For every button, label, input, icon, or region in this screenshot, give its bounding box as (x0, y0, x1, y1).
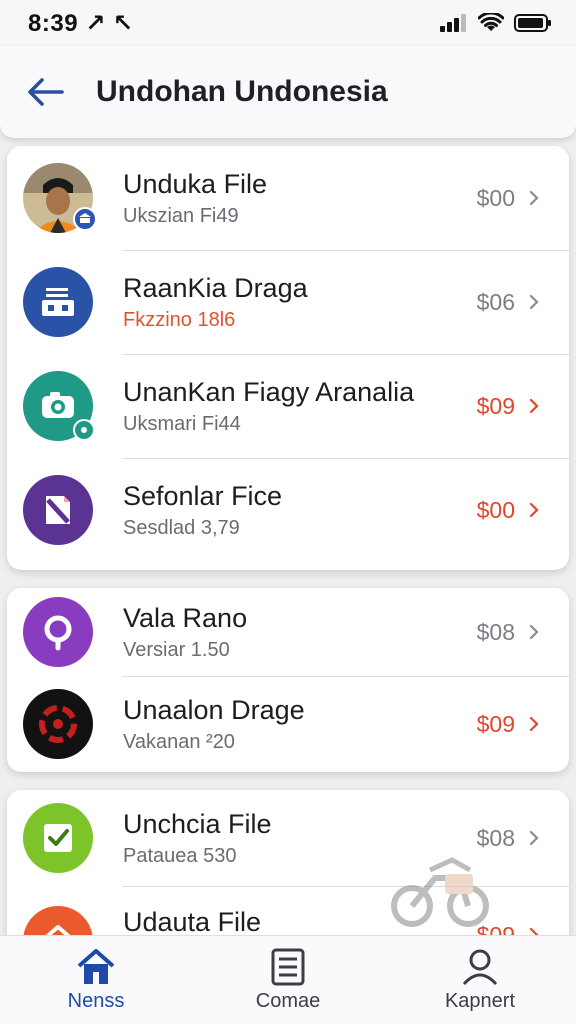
check-icon (23, 803, 93, 873)
arrow-left-icon (28, 78, 64, 106)
item-price: $06 (476, 288, 515, 315)
record-icon (23, 689, 93, 759)
nav-label: Nenss (67, 989, 125, 1012)
nav-item-account[interactable]: Kapnert (405, 948, 555, 1013)
item-price: $08 (476, 618, 515, 645)
list-item[interactable]: Unduka File Ukszian Fi49 $00 (7, 146, 569, 250)
status-time: 8:39 ↗ ↖ (28, 9, 134, 37)
item-subtitle: Vakanan ²20 (123, 730, 235, 753)
chevron-right-icon (529, 294, 539, 310)
chevron-right-icon (529, 624, 539, 640)
item-price: $09 (476, 392, 515, 419)
list-card-1: Unduka File Ukszian Fi49 $00 RaanKia Dra… (7, 146, 569, 570)
item-title: Vala Rano (123, 603, 248, 634)
battery-icon (514, 14, 551, 32)
list-icon (271, 948, 305, 985)
item-price: $08 (476, 824, 515, 851)
status-bar: 8:39 ↗ ↖ (0, 0, 576, 46)
bank-badge-icon (73, 207, 97, 231)
chevron-right-icon (529, 830, 539, 846)
nav-item-home[interactable]: Nenss (21, 948, 171, 1013)
item-price: $00 (476, 496, 515, 523)
list-item[interactable]: RaanKia Draga Fkzzino 18l6 $06 (7, 250, 569, 354)
building-icon (23, 267, 93, 337)
item-title: Unchcia File (123, 809, 272, 840)
chevron-right-icon (529, 502, 539, 518)
back-button[interactable] (22, 69, 68, 115)
list-item[interactable]: UnanKan Fiagy Aranalia Uksmari Fi44 $09 (7, 354, 569, 458)
item-title: UnanKan Fiagy Aranalia (123, 377, 415, 408)
motorbike-watermark-icon (390, 850, 490, 937)
item-title: RaanKia Draga (123, 273, 308, 304)
person-photo-icon (23, 163, 97, 233)
item-subtitle: Fkzzino 18l6 (123, 308, 236, 331)
item-subtitle: Ukszian Fi49 (123, 204, 239, 227)
app-header: Undohan Undonesia (0, 46, 576, 138)
status-icons (440, 13, 552, 33)
list-item[interactable]: Vala Rano Versiar 1.50 $08 (7, 588, 569, 676)
item-subtitle: Uksmari Fi44 (123, 412, 241, 435)
nav-item-list[interactable]: Comae (213, 948, 363, 1013)
nav-label: Kapnert (444, 989, 516, 1012)
item-title: Sefonlar Fice (123, 481, 283, 512)
item-title: Unduka File (123, 169, 268, 200)
search-icon (23, 597, 93, 667)
nav-label: Comae (255, 989, 321, 1012)
chevron-right-icon (529, 716, 539, 732)
bottom-nav: Nenss Comae Kapnert (0, 935, 576, 1024)
item-price: $09 (476, 710, 515, 737)
home-icon (77, 948, 115, 984)
list-item[interactable]: Unaalon Drage Vakanan ²20 $09 (7, 676, 569, 772)
person-icon (462, 949, 498, 985)
item-price: $00 (476, 184, 515, 211)
wifi-icon (478, 13, 504, 31)
document-icon (23, 475, 93, 545)
list-card-2: Vala Rano Versiar 1.50 $08 Unaalon Drage… (7, 588, 569, 772)
chevron-right-icon (529, 190, 539, 206)
item-subtitle: Sesdlad 3,79 (123, 516, 240, 539)
chevron-right-icon (529, 398, 539, 414)
location-badge-icon (73, 419, 95, 441)
page-title: Undohan Undonesia (96, 75, 388, 108)
item-subtitle: Versiar 1.50 (123, 638, 230, 661)
list-item[interactable]: Sefonlar Fice Sesdlad 3,79 $00 (7, 458, 569, 562)
signal-icon (440, 14, 466, 32)
camera-icon (23, 371, 95, 441)
item-title: Unaalon Drage (123, 695, 305, 726)
